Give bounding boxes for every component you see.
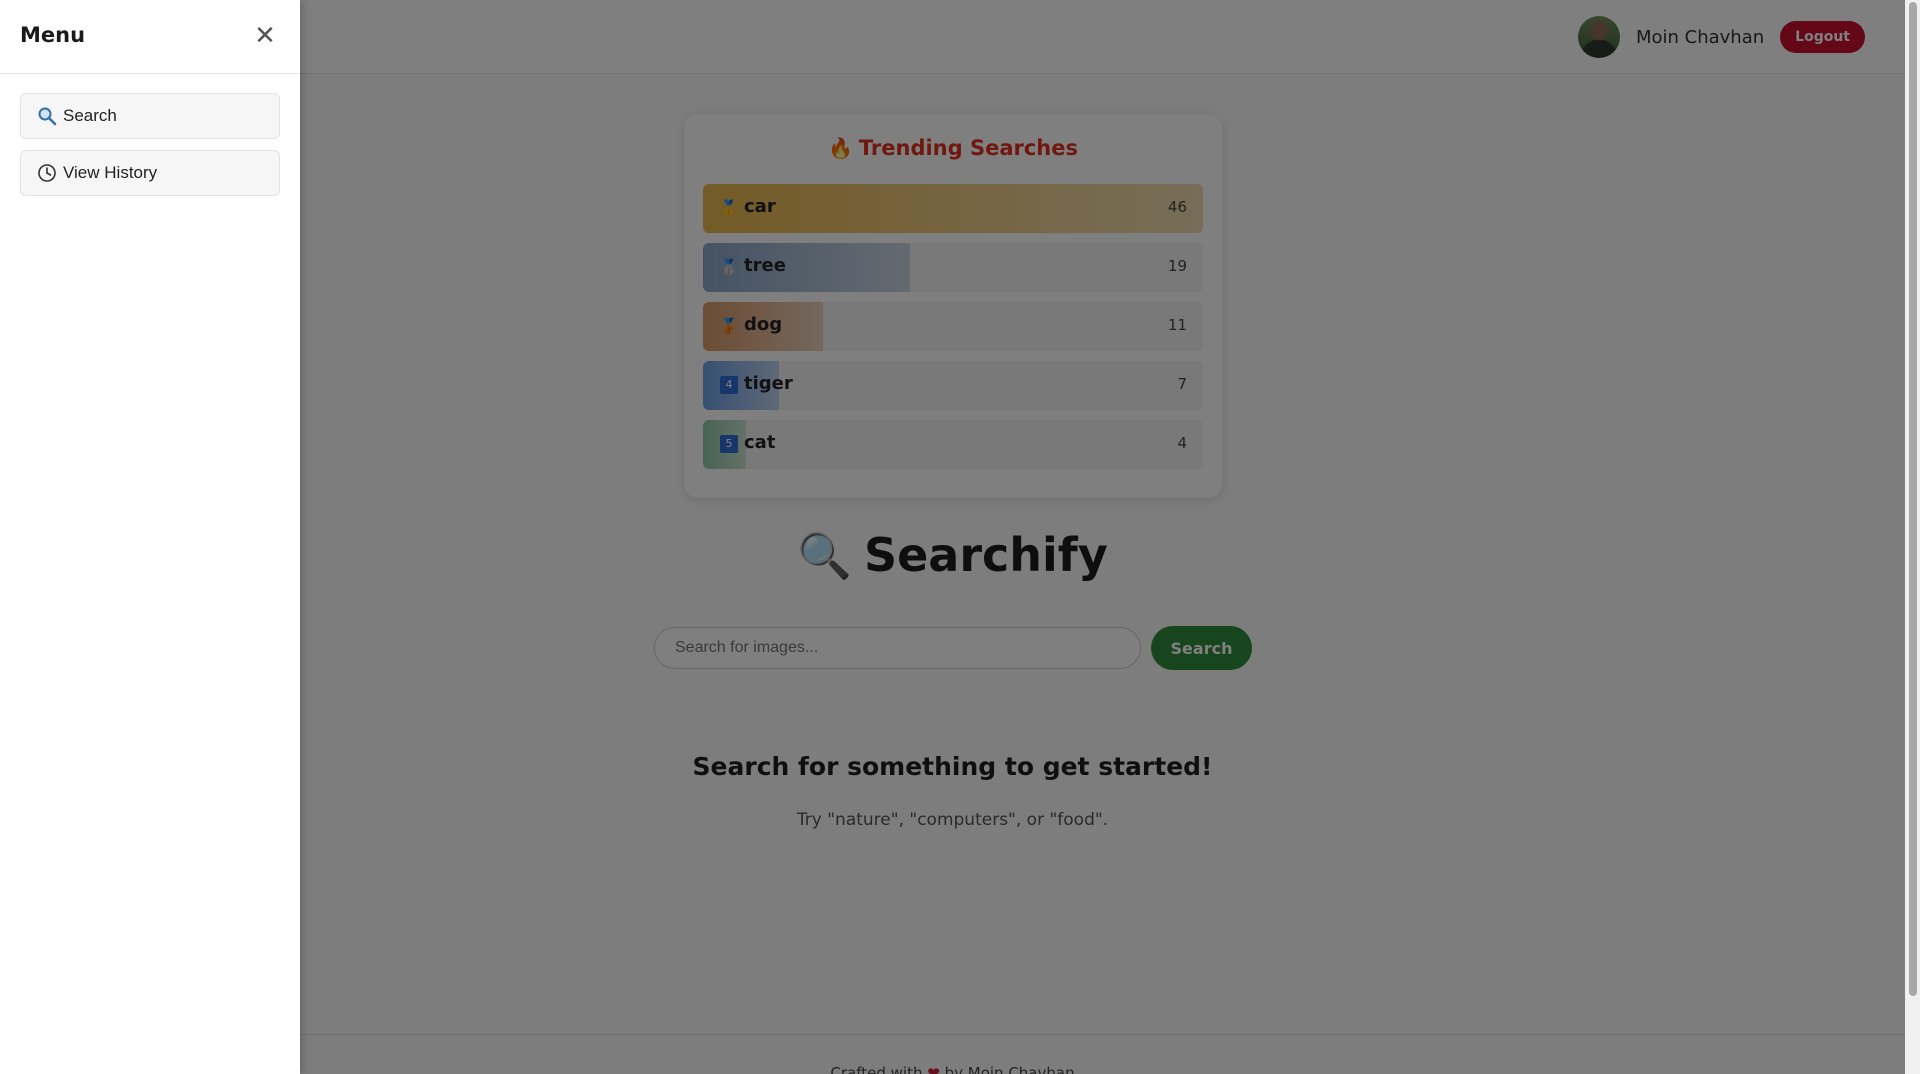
- sidebar-item-label: Search: [63, 106, 117, 125]
- sidebar-item-history[interactable]: View History: [20, 150, 280, 196]
- scrollbar-thumb[interactable]: [1909, 2, 1917, 996]
- search-icon: [38, 107, 57, 126]
- sidebar-title: Menu: [20, 23, 86, 47]
- scrollbar[interactable]: [1905, 0, 1920, 1074]
- clock-icon: [38, 164, 56, 182]
- sidebar-header: Menu ✕: [0, 0, 300, 74]
- sidebar-item-search[interactable]: Search: [20, 93, 280, 139]
- sidebar-menu: Menu ✕ Search View History: [0, 0, 300, 1074]
- close-icon[interactable]: ✕: [253, 20, 277, 52]
- sidebar-item-label: View History: [63, 163, 158, 182]
